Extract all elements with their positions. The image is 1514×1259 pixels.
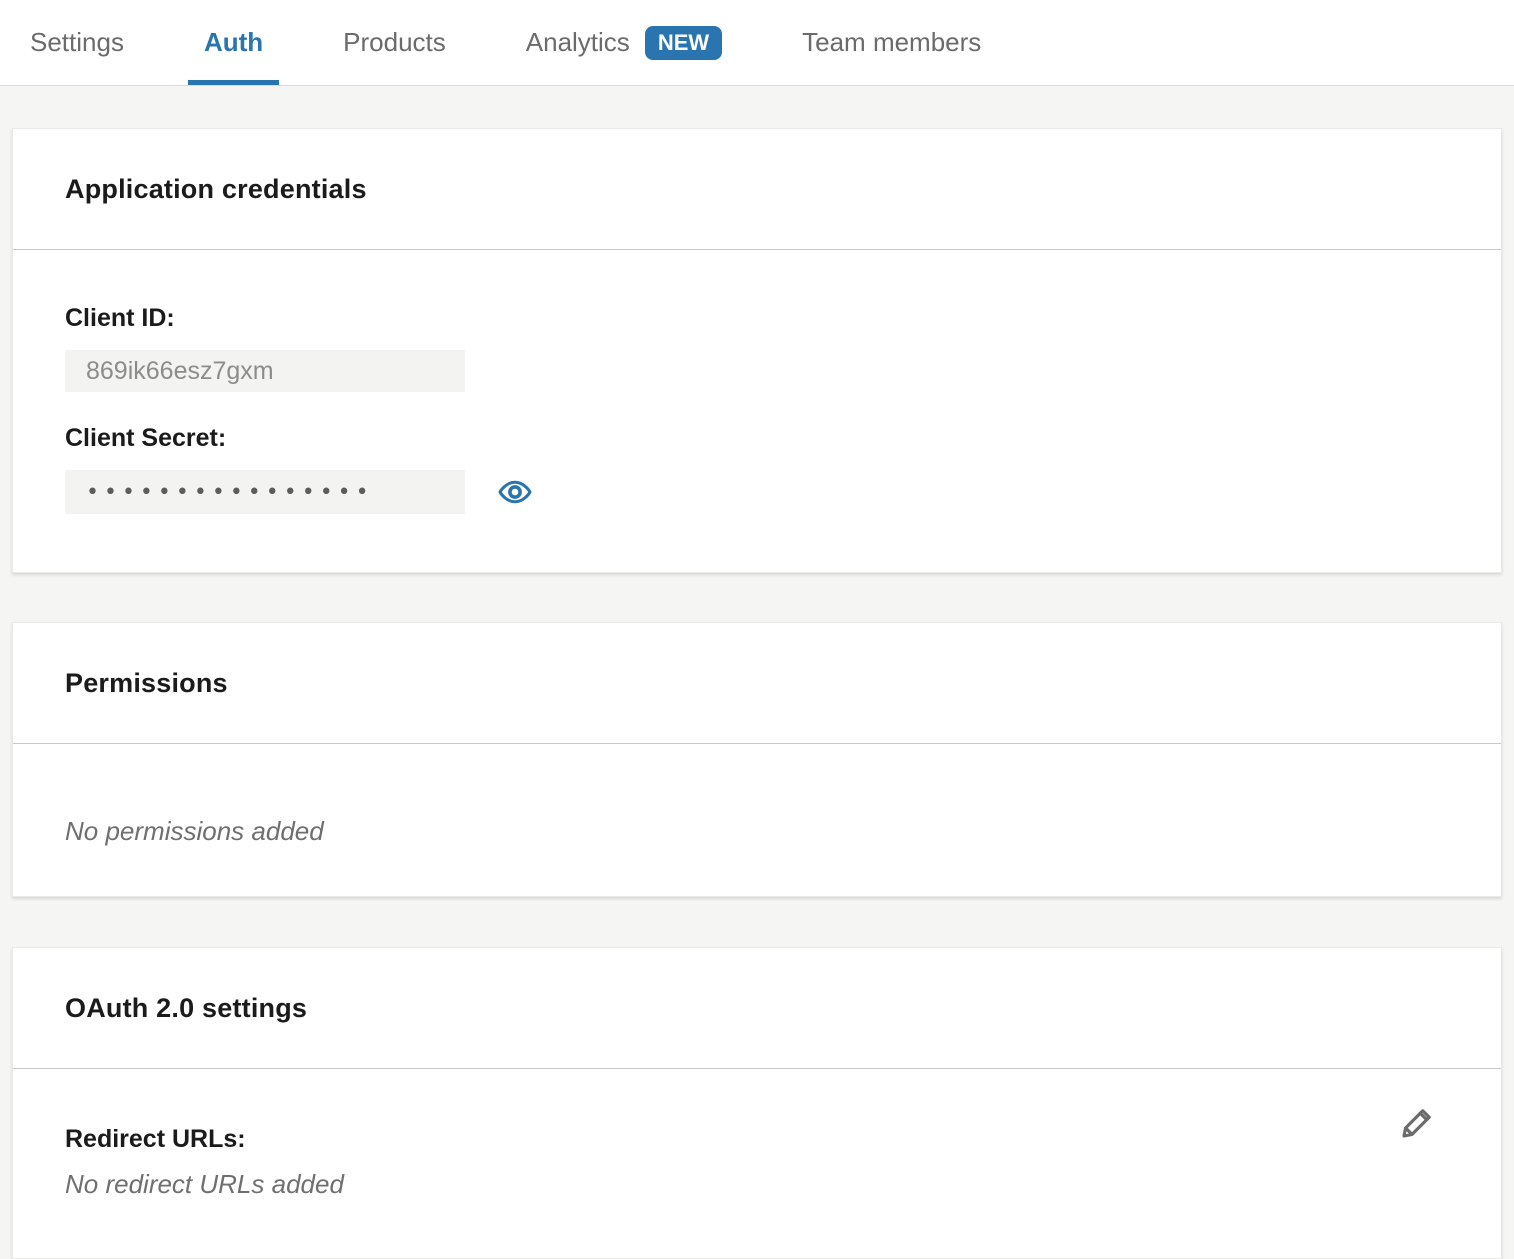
tab-team-members[interactable]: Team members bbox=[786, 0, 997, 85]
application-credentials-title: Application credentials bbox=[65, 173, 1449, 205]
tab-bar: Settings Auth Products Analytics NEW Tea… bbox=[0, 0, 1514, 86]
client-secret-label: Client Secret: bbox=[65, 424, 1449, 452]
application-credentials-header: Application credentials bbox=[13, 129, 1501, 250]
application-credentials-body: Client ID: 869ik66esz7gxm Client Secret:… bbox=[13, 250, 1501, 572]
tab-settings-label: Settings bbox=[30, 27, 124, 58]
new-badge: NEW bbox=[645, 26, 722, 60]
permissions-title: Permissions bbox=[65, 667, 1449, 699]
client-id-label: Client ID: bbox=[65, 304, 1449, 332]
application-credentials-card: Application credentials Client ID: 869ik… bbox=[12, 128, 1502, 573]
tab-team-members-label: Team members bbox=[802, 27, 981, 58]
client-secret-value[interactable]: •••••••••••••••• bbox=[65, 470, 465, 514]
eye-icon bbox=[497, 474, 533, 510]
permissions-header: Permissions bbox=[13, 623, 1501, 744]
permissions-body: No permissions added bbox=[13, 744, 1501, 896]
oauth-settings-title: OAuth 2.0 settings bbox=[65, 992, 1449, 1024]
tab-auth-label: Auth bbox=[204, 27, 263, 58]
oauth-settings-header: OAuth 2.0 settings bbox=[13, 948, 1501, 1069]
redirect-urls-empty-text: No redirect URLs added bbox=[65, 1169, 1449, 1199]
tab-products[interactable]: Products bbox=[327, 0, 462, 85]
tab-products-label: Products bbox=[343, 27, 446, 58]
redirect-urls-label: Redirect URLs: bbox=[65, 1125, 1449, 1153]
oauth-settings-body: Redirect URLs: No redirect URLs added bbox=[13, 1069, 1501, 1258]
show-secret-button[interactable] bbox=[497, 474, 533, 510]
tab-settings[interactable]: Settings bbox=[14, 0, 140, 85]
permissions-card: Permissions No permissions added bbox=[12, 622, 1502, 897]
permissions-empty-text: No permissions added bbox=[65, 816, 1449, 846]
client-secret-row: •••••••••••••••• bbox=[65, 470, 1449, 514]
oauth-settings-card: OAuth 2.0 settings Redirect URLs: No red… bbox=[12, 947, 1502, 1259]
client-id-value[interactable]: 869ik66esz7gxm bbox=[65, 350, 465, 392]
pencil-icon bbox=[1397, 1101, 1439, 1143]
tab-analytics[interactable]: Analytics NEW bbox=[510, 0, 738, 85]
tab-auth[interactable]: Auth bbox=[188, 0, 279, 85]
edit-redirect-urls-button[interactable] bbox=[1397, 1101, 1439, 1143]
tab-analytics-label: Analytics bbox=[526, 27, 630, 58]
